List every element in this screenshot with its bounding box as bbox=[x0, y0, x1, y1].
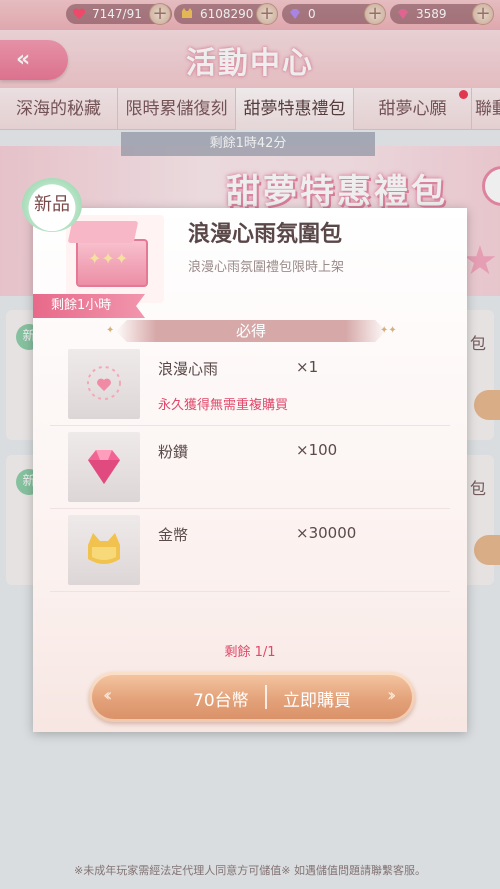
buy-now-button[interactable]: ‹‹ 70台幣 立即購買 ›› bbox=[89, 672, 415, 722]
new-item-badge: 新品 bbox=[22, 178, 82, 232]
item-note: 永久獲得無需重複購買 bbox=[158, 398, 289, 413]
heart-rain-thumbnail[interactable] bbox=[68, 349, 140, 419]
gold-coin-thumbnail[interactable] bbox=[68, 515, 140, 585]
divider bbox=[265, 685, 267, 709]
pink-diamond-icon bbox=[88, 450, 120, 484]
double-chevron-left-icon: ‹‹ bbox=[103, 685, 113, 706]
cat-gold-coin-icon bbox=[88, 533, 120, 564]
reward-item-row: 金幣 ×30000 bbox=[50, 510, 450, 592]
item-quantity: ×1 bbox=[296, 358, 319, 376]
sparkle-icon: ✦ bbox=[106, 325, 115, 336]
reward-item-row: 浪漫心雨 ×1 永久獲得無需重複購買 bbox=[50, 344, 450, 426]
sparkle-icon: ✦✦ bbox=[380, 325, 397, 336]
item-name: 粉鑽 bbox=[158, 443, 189, 461]
remaining-purchases: 剩餘 1/1 bbox=[224, 645, 276, 660]
item-quantity: ×100 bbox=[296, 441, 338, 459]
heart-rain-icon bbox=[87, 366, 121, 400]
pack-thumbnail: ✦✦✦ bbox=[66, 215, 164, 303]
guaranteed-section-label: 必得 bbox=[116, 320, 386, 342]
item-name: 浪漫心雨 bbox=[158, 360, 219, 378]
time-left-ribbon: 剩餘1小時 bbox=[33, 294, 145, 318]
cat-plush-icon: ✦✦✦ bbox=[88, 249, 129, 268]
pack-title: 浪漫心雨氛圍包 bbox=[188, 221, 343, 247]
buy-label: 立即購買 bbox=[283, 691, 351, 711]
pink-diamond-thumbnail[interactable] bbox=[68, 432, 140, 502]
price-label: 70台幣 bbox=[193, 691, 249, 711]
double-chevron-right-icon: ›› bbox=[387, 685, 397, 706]
item-name: 金幣 bbox=[158, 526, 189, 544]
reward-item-row: 粉鑽 ×100 bbox=[50, 427, 450, 509]
item-quantity: ×30000 bbox=[296, 524, 357, 542]
pack-subtitle: 浪漫心雨氛圍禮包限時上架 bbox=[188, 260, 345, 275]
gift-lid-icon bbox=[67, 221, 139, 243]
